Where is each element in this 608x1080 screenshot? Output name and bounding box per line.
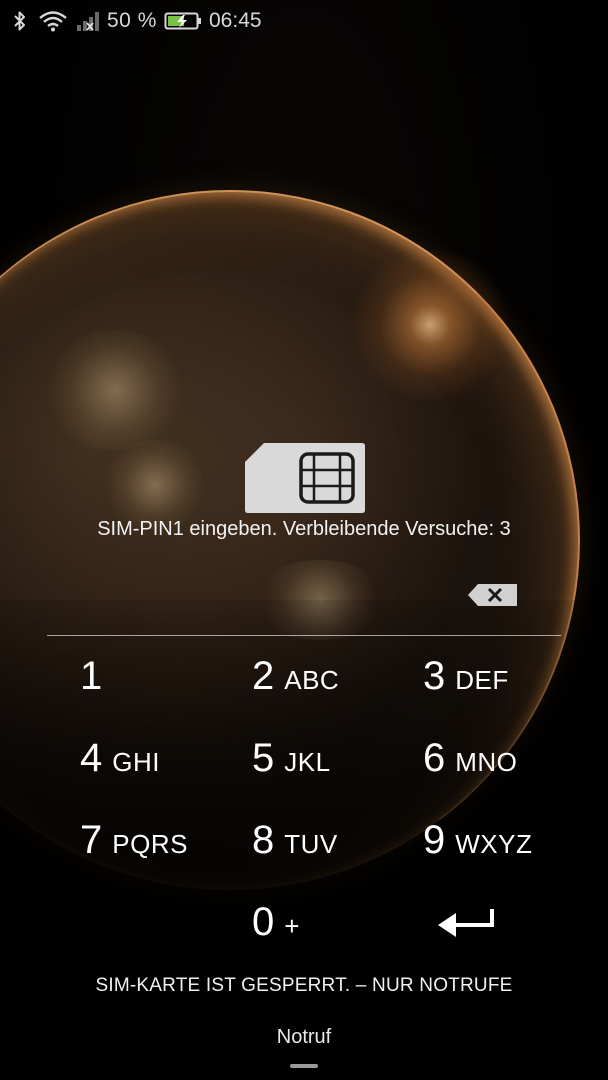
key-digit: 5	[252, 735, 275, 780]
key-4[interactable]: 4 GHI	[80, 718, 250, 798]
key-digit: 1	[80, 653, 103, 698]
enter-button[interactable]	[436, 882, 500, 962]
key-digit: 9	[423, 817, 446, 862]
sun-flare	[345, 250, 515, 400]
key-0[interactable]: 0 +	[252, 882, 422, 962]
key-6[interactable]: 6 MNO	[423, 718, 593, 798]
key-3[interactable]: 3 DEF	[423, 636, 593, 716]
key-8[interactable]: 8 TUV	[252, 800, 422, 880]
status-time: 06:45	[209, 9, 262, 32]
key-digit: 4	[80, 735, 103, 780]
signal-no-sim-icon	[76, 8, 102, 34]
wifi-icon	[38, 8, 70, 34]
lock-screen: 50 % 06:45 SIM-PIN1 eingeben. Verbleiben…	[0, 0, 608, 1080]
key-1[interactable]: 1	[80, 636, 250, 716]
key-9[interactable]: 9 WXYZ	[423, 800, 593, 880]
key-letters: GHI	[112, 746, 160, 777]
backspace-button[interactable]	[467, 582, 519, 608]
sim-locked-message: SIM-KARTE IST GESPERRT. – NUR NOTRUFE	[95, 975, 513, 996]
key-letters: JKL	[284, 746, 331, 777]
key-2[interactable]: 2 ABC	[252, 636, 422, 716]
key-digit: 3	[423, 653, 446, 698]
key-letters: TUV	[284, 828, 338, 859]
key-letters: +	[284, 910, 300, 941]
battery-charging-icon	[164, 8, 204, 34]
key-letters: DEF	[455, 664, 509, 695]
key-letters: MNO	[455, 746, 518, 777]
key-7[interactable]: 7 PQRS	[80, 800, 250, 880]
key-letters: PQRS	[112, 828, 188, 859]
key-digit: 6	[423, 735, 446, 780]
key-5[interactable]: 5 JKL	[252, 718, 422, 798]
key-digit: 7	[80, 817, 103, 862]
sim-card-icon	[244, 442, 366, 514]
enter-arrow-icon	[438, 909, 494, 937]
backspace-icon	[468, 584, 517, 606]
key-letters: WXYZ	[455, 828, 533, 859]
pin-keypad: 1 2 ABC 3 DEF 4 GHI 5 JKL 6 MNO 7 PQRS 8	[0, 636, 608, 966]
key-letters: ABC	[284, 664, 340, 695]
key-digit: 8	[252, 817, 275, 862]
bluetooth-icon	[12, 8, 32, 34]
key-digit: 0	[252, 899, 275, 944]
status-bar: 50 % 06:45	[0, 0, 608, 42]
pin-entry-field[interactable]	[47, 560, 561, 636]
pin-prompt: SIM-PIN1 eingeben. Verbleibende Versuche…	[97, 518, 511, 540]
key-digit: 2	[252, 653, 275, 698]
battery-percent: 50 %	[107, 9, 157, 32]
emergency-call-button[interactable]: Notruf	[254, 1026, 354, 1056]
home-indicator[interactable]	[290, 1064, 318, 1068]
